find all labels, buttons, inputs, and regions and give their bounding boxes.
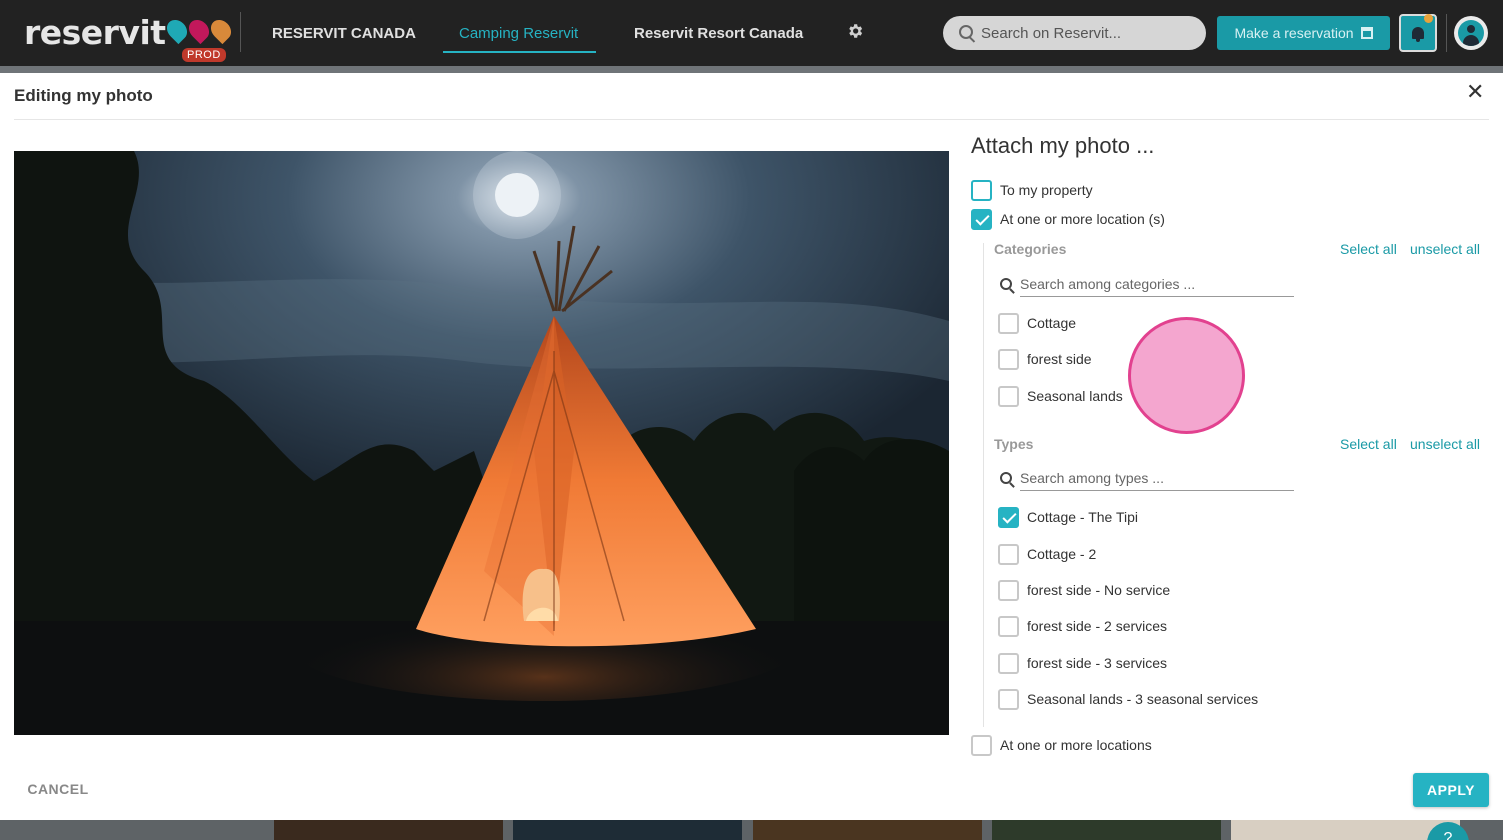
tipi-photo: [14, 151, 949, 735]
at-locations-s-label: At one or more location (s): [1000, 211, 1165, 227]
category-label: forest side: [1027, 351, 1092, 367]
user-avatar[interactable]: [1454, 16, 1488, 50]
categories-search: [997, 271, 1294, 297]
user-icon: [1458, 20, 1484, 46]
categories-search-input[interactable]: [1020, 271, 1294, 297]
nav-tab-reservit-resort-canada[interactable]: Reservit Resort Canada: [634, 0, 803, 66]
gear-icon[interactable]: [846, 22, 864, 40]
background-thumbnail: [513, 820, 742, 840]
global-search-input[interactable]: [981, 24, 1191, 42]
to-property-label: To my property: [1000, 182, 1093, 198]
category-cottage-checkbox[interactable]: [998, 313, 1019, 334]
cancel-button[interactable]: CANCEL: [14, 774, 102, 804]
nav-divider: [240, 12, 241, 52]
types-unselect-all[interactable]: unselect all: [1410, 436, 1480, 452]
types-search-input[interactable]: [1020, 465, 1294, 491]
type-label: Cottage - The Tipi: [1027, 509, 1139, 525]
type-cottage-2-checkbox[interactable]: [998, 544, 1019, 565]
types-select-all[interactable]: Select all: [1340, 436, 1397, 452]
map-pin-icon: [162, 15, 191, 45]
active-tab-underline: [443, 51, 596, 53]
type-forest-no-service-checkbox[interactable]: [998, 580, 1019, 601]
attach-title: Attach my photo ...: [971, 133, 1155, 158]
types-search: [997, 465, 1294, 491]
photo-preview: [14, 151, 949, 735]
nested-divider: [983, 243, 984, 727]
category-label: Cottage: [1027, 315, 1077, 331]
top-navigation-bar: reservit PROD RESERVIT CANADA Camping Re…: [0, 0, 1503, 66]
type-cottage-tipi-checkbox[interactable]: [998, 507, 1019, 528]
edit-photo-modal: Editing my photo ✕ Attach my photo ... T…: [0, 73, 1503, 820]
type-seasonal-lands-checkbox[interactable]: [998, 689, 1019, 710]
type-forest-2-services-checkbox[interactable]: [998, 616, 1019, 637]
search-icon: [1000, 472, 1012, 484]
background-thumbnail: [753, 820, 982, 840]
nav-divider: [1446, 14, 1447, 52]
type-label: Seasonal lands - 3 seasonal services: [1027, 691, 1259, 707]
modal-divider: [14, 119, 1489, 120]
categories-select-all[interactable]: Select all: [1340, 241, 1397, 257]
categories-unselect-all[interactable]: unselect all: [1410, 241, 1480, 257]
env-badge: PROD: [182, 48, 226, 62]
map-pin-icon: [184, 15, 213, 45]
notification-dot: [1424, 14, 1433, 23]
types-heading: Types: [994, 436, 1034, 452]
type-forest-3-services-checkbox[interactable]: [998, 653, 1019, 674]
type-label: forest side - 2 services: [1027, 618, 1168, 634]
logo-text: reservit: [24, 12, 166, 52]
nav-tab-camping-reservit[interactable]: Camping Reservit: [459, 0, 578, 66]
bell-icon: [1412, 27, 1424, 42]
type-label: forest side - No service: [1027, 582, 1171, 598]
make-reservation-label: Make a reservation: [1234, 25, 1354, 41]
category-label: Seasonal lands: [1027, 388, 1123, 404]
category-seasonal-lands-checkbox[interactable]: [998, 386, 1019, 407]
search-icon: [1000, 278, 1012, 290]
nav-tab-reservit-canada[interactable]: RESERVIT CANADA: [272, 0, 416, 66]
calendar-icon: [1360, 27, 1373, 39]
to-property-checkbox[interactable]: [971, 180, 992, 201]
notifications-button[interactable]: [1399, 14, 1437, 52]
background-thumbnail: [274, 820, 503, 840]
cursor-highlight: [1128, 317, 1245, 434]
at-locations-checkbox[interactable]: [971, 735, 992, 756]
category-forest-side-checkbox[interactable]: [998, 349, 1019, 370]
make-reservation-button[interactable]: Make a reservation: [1217, 16, 1390, 50]
type-label: Cottage - 2: [1027, 546, 1097, 562]
background-thumbnail: [992, 820, 1221, 840]
apply-button[interactable]: APPLY: [1413, 773, 1489, 807]
global-search[interactable]: [943, 16, 1206, 50]
search-icon: [959, 24, 973, 39]
reservit-logo[interactable]: reservit: [24, 12, 235, 52]
at-locations-s-checkbox[interactable]: [971, 209, 992, 230]
background-thumbnail: [1231, 820, 1460, 840]
close-icon[interactable]: ✕: [1466, 81, 1484, 103]
at-locations-label: At one or more locations: [1000, 737, 1152, 753]
type-label: forest side - 3 services: [1027, 655, 1168, 671]
modal-title: Editing my photo: [14, 86, 153, 105]
categories-heading: Categories: [994, 241, 1067, 257]
map-pin-icon: [206, 15, 235, 45]
logo-pins: [162, 15, 235, 45]
